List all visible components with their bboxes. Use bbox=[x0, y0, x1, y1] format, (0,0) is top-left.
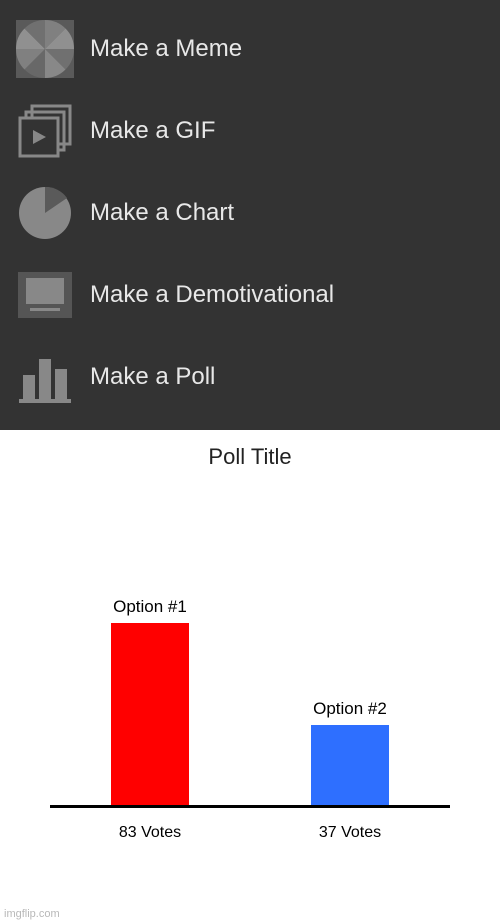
bar-votes-label: 83 Votes bbox=[80, 824, 220, 842]
menu-item-label: Make a Poll bbox=[90, 363, 215, 391]
poll-title: Poll Title bbox=[0, 444, 500, 470]
bar-votes-label: 37 Votes bbox=[280, 824, 420, 842]
menu-item-label: Make a Demotivational bbox=[90, 281, 334, 309]
poll-chart: Option #1 Option #2 83 Votes 37 Votes bbox=[0, 526, 500, 856]
poll-preview: Poll Title Option #1 Option #2 83 Votes 37… bbox=[0, 430, 500, 856]
menu-item-meme[interactable]: Make a Meme bbox=[0, 8, 500, 90]
bar-option-label: Option #2 bbox=[313, 699, 387, 719]
x-axis bbox=[50, 805, 450, 808]
meme-icon bbox=[14, 18, 76, 80]
menu-item-label: Make a Chart bbox=[90, 199, 234, 227]
menu-item-label: Make a GIF bbox=[90, 117, 215, 145]
bar-group: Option #1 bbox=[80, 597, 220, 806]
bar-group: Option #2 bbox=[280, 699, 420, 806]
bar bbox=[311, 725, 389, 806]
bar bbox=[111, 623, 189, 806]
menu-item-demotivational[interactable]: Make a Demotivational bbox=[0, 254, 500, 336]
menu-item-poll[interactable]: Make a Poll bbox=[0, 336, 500, 418]
chart-icon bbox=[14, 182, 76, 244]
create-menu: Make a Meme Make a GIF Make a Chart bbox=[0, 0, 500, 430]
menu-item-gif[interactable]: Make a GIF bbox=[0, 90, 500, 172]
gif-icon bbox=[14, 100, 76, 162]
bar-option-label: Option #1 bbox=[113, 597, 187, 617]
watermark: imgflip.com bbox=[4, 908, 60, 920]
menu-item-chart[interactable]: Make a Chart bbox=[0, 172, 500, 254]
poll-icon bbox=[14, 346, 76, 408]
demotivational-icon bbox=[14, 264, 76, 326]
menu-item-label: Make a Meme bbox=[90, 35, 242, 63]
